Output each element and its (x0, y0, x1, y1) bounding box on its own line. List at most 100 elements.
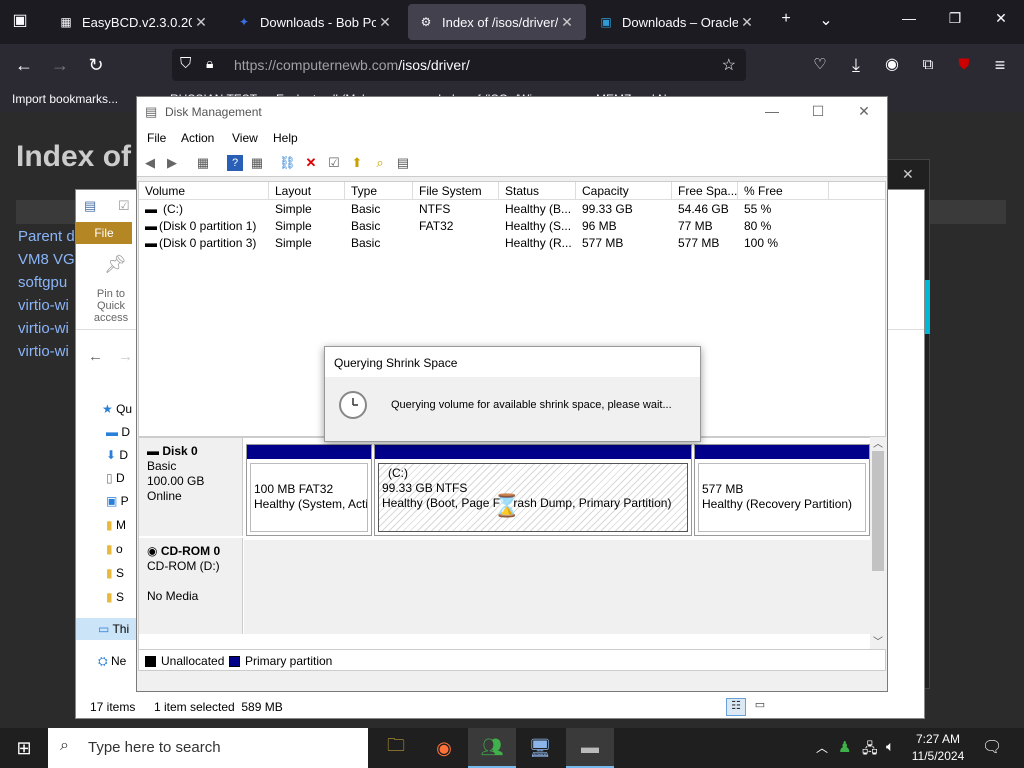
delete-icon[interactable]: ✕ (303, 155, 319, 171)
menu-file[interactable]: File (147, 131, 166, 145)
close-icon[interactable]: ✕ (841, 103, 887, 120)
forward-icon[interactable]: → (48, 53, 72, 77)
dir-link[interactable]: Parent d (18, 228, 75, 245)
col-layout[interactable]: Layout (269, 182, 345, 200)
notifications-icon[interactable]: 🗨 (982, 737, 1002, 757)
menu-icon[interactable]: ≡ (988, 53, 1012, 77)
properties-icon[interactable]: ▦ (249, 155, 265, 171)
tab-bob-pony[interactable]: ✦ Downloads - Bob Pony ✕ (226, 4, 404, 40)
tree-item[interactable]: ▮ S (106, 562, 124, 584)
list-view-icon[interactable]: ▤ (395, 155, 411, 171)
tree-item-quick-access[interactable]: ★ Qu (102, 398, 132, 420)
disk-management-app-icon[interactable]: ▬ (566, 728, 614, 768)
taskbar-clock[interactable]: 7:27 AM 11/5/2024 (908, 731, 968, 765)
tree-item[interactable]: ▬ D (106, 421, 130, 443)
tree-item-network[interactable]: ⛭ Ne (98, 650, 126, 672)
cdrom-0-label[interactable]: ◉ CD-ROM 0 CD-ROM (D:) No Media (139, 538, 243, 634)
vertical-scrollbar[interactable]: ︿ ﹀ (870, 437, 886, 649)
partition-system[interactable]: 100 MB FAT32 Healthy (System, Acti (246, 444, 372, 536)
back-icon[interactable]: ← (12, 53, 36, 77)
menu-action[interactable]: Action (181, 131, 214, 145)
minimize-icon[interactable]: — (886, 10, 932, 26)
tab-oracle-virtualbox[interactable]: ▣ Downloads – Oracle Vir ✕ (588, 4, 766, 40)
downloads-icon[interactable]: ⤓ (844, 53, 868, 77)
minimize-icon[interactable]: — (749, 103, 795, 119)
people-tray-icon[interactable]: ♟ (838, 738, 851, 756)
tab-list-icon[interactable]: ▣ (8, 10, 32, 30)
file-explorer-app-icon[interactable]: 🗀 (372, 728, 420, 768)
close-window-icon[interactable]: ✕ (978, 10, 1024, 27)
close-tab-icon[interactable]: ✕ (738, 14, 756, 31)
users-app-icon[interactable]: 👥︎ (468, 728, 516, 768)
bookmark-import[interactable]: Import bookmarks... (12, 92, 118, 106)
properties-icon[interactable]: ☑ (118, 198, 130, 214)
forward-icon[interactable]: ▶ (164, 155, 180, 171)
scroll-up-icon[interactable]: ︿ (873, 435, 883, 450)
tree-item[interactable]: ▮ M (106, 514, 126, 536)
file-tab[interactable]: File (76, 222, 132, 244)
dir-link[interactable]: virtio-wi (18, 297, 69, 314)
volume-icon[interactable]: 🔈︎ (886, 738, 894, 755)
ublock-icon[interactable]: ⛊ (952, 53, 976, 77)
large-icons-view-icon[interactable]: ▭ (750, 698, 770, 716)
tree-item[interactable]: ▣ P (106, 490, 129, 512)
col-volume[interactable]: Volume (139, 182, 269, 200)
lock-icon[interactable]: 🔒︎ (206, 55, 213, 72)
extensions-icon[interactable]: ⧉ (916, 53, 940, 77)
address-bar[interactable]: ⛉ 🔒︎ https://computernewb.com/isos/drive… (172, 49, 746, 81)
reload-icon[interactable]: ↻ (84, 53, 108, 77)
scroll-thumb[interactable] (872, 451, 884, 571)
search-icon[interactable]: ⌕ (372, 155, 388, 171)
chevron-up-icon[interactable]: ︿ (816, 739, 828, 756)
shield-icon[interactable]: ⛉ (180, 55, 191, 72)
windows-start-icon[interactable]: ⊞ (0, 728, 48, 768)
connect-icon[interactable]: ⛓ (279, 155, 296, 171)
maximize-icon[interactable]: ☐ (795, 103, 841, 120)
col-free-space[interactable]: Free Spa... (672, 182, 738, 200)
forward-icon[interactable]: → (118, 348, 133, 365)
scroll-down-icon[interactable]: ﹀ (873, 633, 883, 648)
menu-help[interactable]: Help (273, 131, 298, 145)
check-icon[interactable]: ☑ (326, 155, 342, 171)
taskbar-search-box[interactable]: ⌕ Type here to search (48, 728, 368, 768)
close-tab-icon[interactable]: ✕ (192, 14, 210, 31)
account-icon[interactable]: ◉ (880, 53, 904, 77)
help-icon[interactable]: ? (227, 155, 243, 171)
tree-item[interactable]: ▮ o (106, 538, 123, 560)
up-folder-icon[interactable]: ⬆ (349, 155, 365, 171)
pocket-icon[interactable]: ♡ (808, 53, 832, 77)
dir-link[interactable]: virtio-wi (18, 320, 69, 337)
close-tab-icon[interactable]: ✕ (558, 14, 576, 31)
partition-recovery[interactable]: 577 MB Healthy (Recovery Partition) (694, 444, 870, 536)
dir-link[interactable]: virtio-wi (18, 343, 69, 360)
table-row[interactable]: ▬ (Disk 0 partition 3) Simple Basic Heal… (139, 235, 885, 252)
network-icon[interactable]: 🖧 (862, 738, 878, 762)
col-status[interactable]: Status (499, 182, 576, 200)
tab-index-isos-driver[interactable]: ⚙ Index of /isos/driver/ ✕ (408, 4, 586, 40)
pin-to-quick-access-button[interactable]: Pin to Quick access (82, 288, 140, 324)
tree-item[interactable]: ▯ D (106, 467, 125, 489)
close-icon[interactable]: ✕ (902, 166, 914, 183)
chevron-down-icon[interactable]: ⌄ (814, 10, 838, 30)
dir-link[interactable]: VM8 VG (18, 251, 75, 268)
table-row[interactable]: ▬ (Disk 0 partition 1) Simple Basic FAT3… (139, 218, 885, 235)
restore-icon[interactable]: ❐ (932, 10, 978, 27)
url-text[interactable]: https://computernewb.com/isos/driver/ (234, 57, 470, 73)
bookmark-star-icon[interactable]: ☆ (722, 55, 736, 75)
pin-icon[interactable]: 📌︎ (104, 254, 127, 275)
col-file-system[interactable]: File System (413, 182, 499, 200)
tree-item-this-pc[interactable]: ▭ Thi (76, 618, 138, 640)
tree-item-downloads[interactable]: ⬇ D (106, 444, 128, 466)
details-view-icon[interactable]: ☷ (726, 698, 746, 716)
col-capacity[interactable]: Capacity (576, 182, 672, 200)
back-icon[interactable]: ◀ (142, 155, 158, 171)
computer-management-app-icon[interactable]: 🖥︎ (516, 728, 564, 768)
console-tree-icon[interactable]: ▦ (195, 155, 211, 171)
col-type[interactable]: Type (345, 182, 413, 200)
firefox-app-icon[interactable]: ◉ (420, 728, 468, 768)
back-icon[interactable]: ← (88, 348, 103, 365)
disk-0-label[interactable]: ▬ Disk 0 Basic 100.00 GB Online (139, 438, 243, 536)
menu-view[interactable]: View (232, 131, 258, 145)
close-tab-icon[interactable]: ✕ (376, 14, 394, 31)
col-percent-free[interactable]: % Free (738, 182, 829, 200)
